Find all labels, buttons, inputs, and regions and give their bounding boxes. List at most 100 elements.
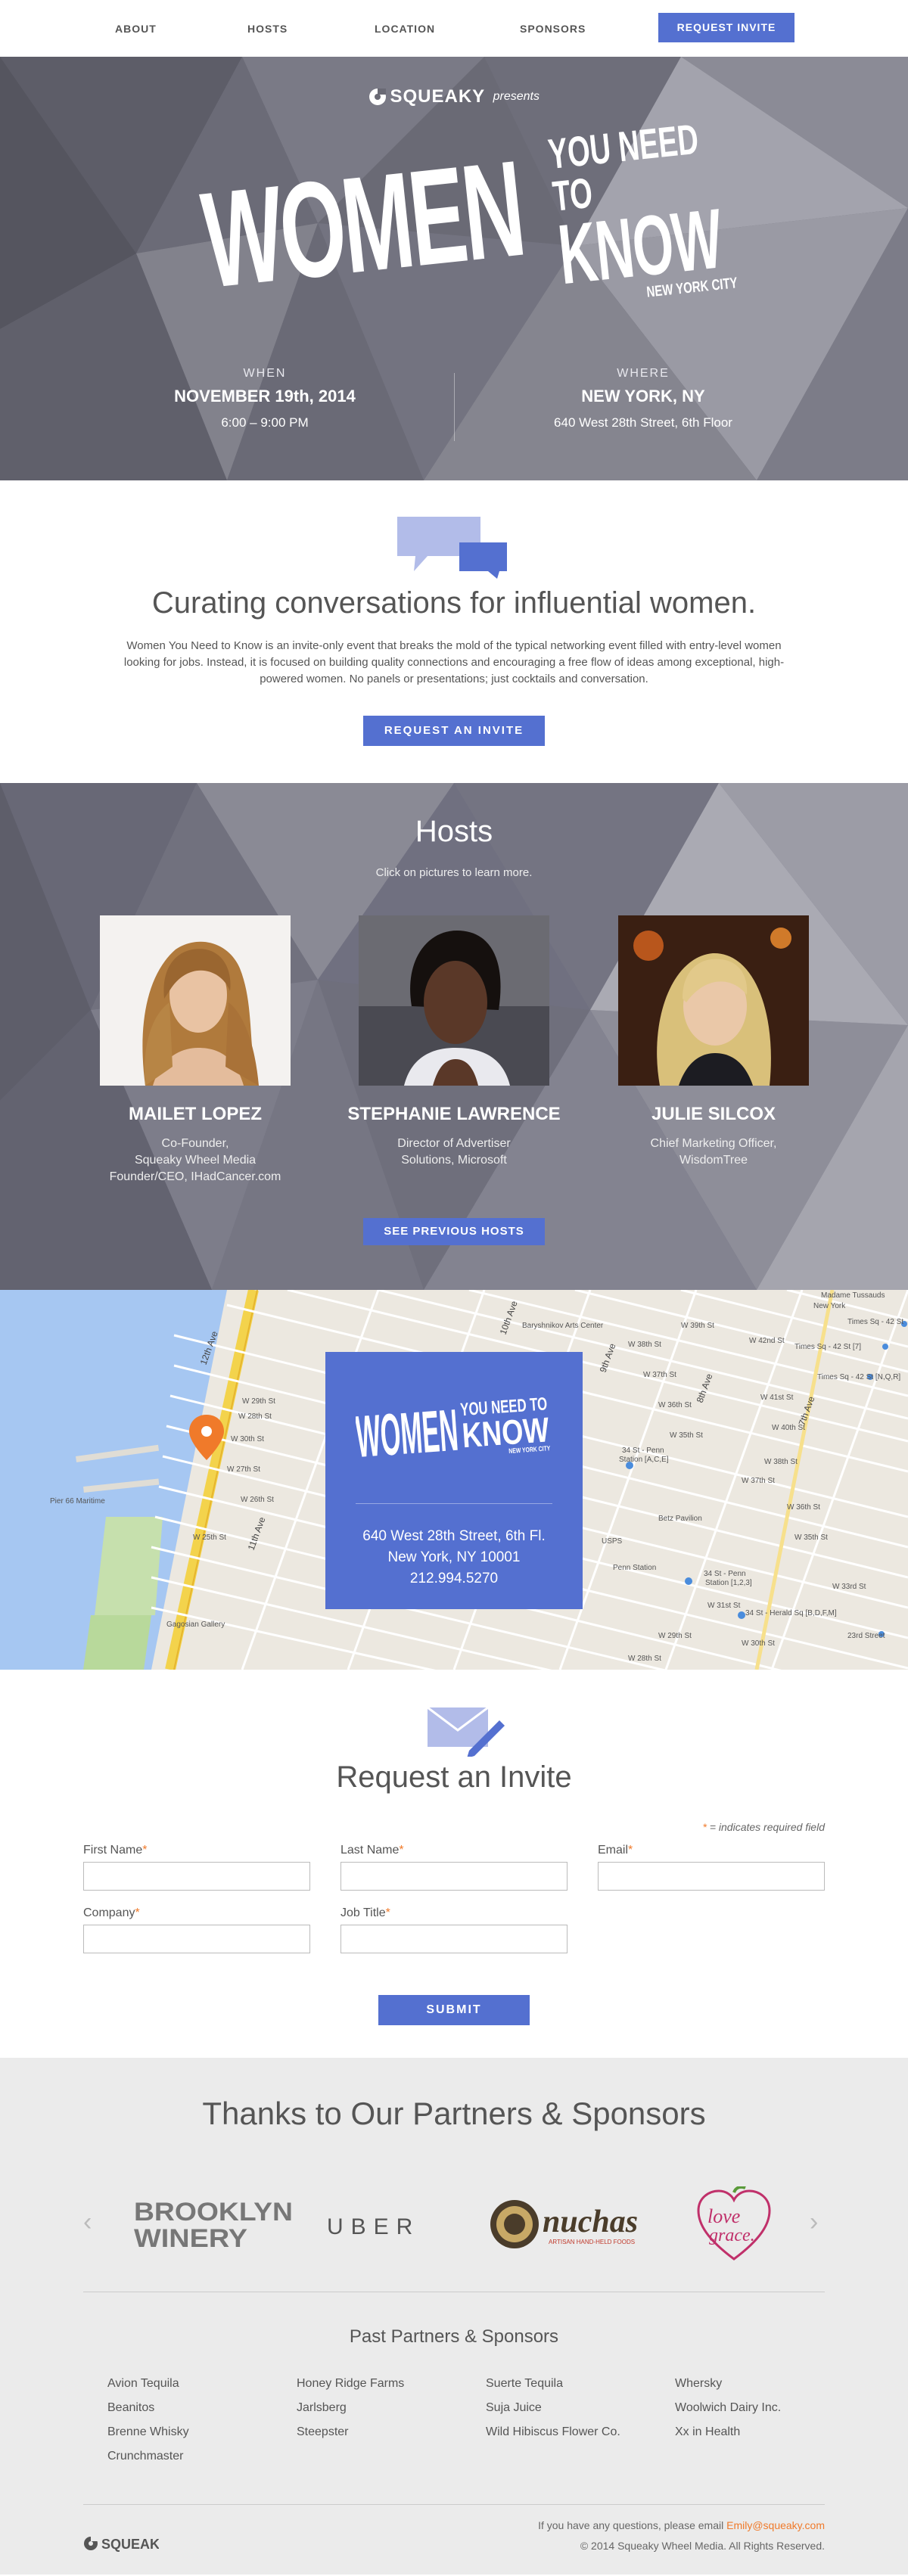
footer-contact: If you have any questions, please email … [538,2519,825,2531]
past-sponsor: Avion Tequila [107,2377,179,2390]
winery-text: WINERY [134,2224,247,2253]
contact-email-link[interactable]: Emily@squeaky.com [726,2519,825,2531]
sponsors-section: Thanks to Our Partners & Sponsors ‹ › BR… [0,2058,908,2574]
location-map-section[interactable]: Madame Tussauds New York Baryshnikov Art… [0,1290,908,1670]
map-label: Pier 66 Maritime [50,1497,105,1506]
past-sponsor: Whersky [675,2377,723,2390]
last-name-input[interactable] [340,1862,568,1891]
invite-title: Request an Invite [336,1760,572,1794]
map-label: W 30th St [742,1639,775,1648]
footer-brand-text: SQUEAKY [101,2537,159,2552]
about-title: Curating conversations for influential w… [151,586,757,620]
host-card-mailet[interactable]: MAILET LOPEZ Co-Founder, Squeaky Wheel M… [67,915,324,1185]
company-field: Company* [83,1906,310,1953]
nav-hosts-link[interactable]: HOSTS [247,23,288,35]
phone-number[interactable]: 212.994.5270 [325,1568,583,1589]
first-name-input[interactable] [83,1862,310,1891]
map-label: Gagosian Gallery [166,1620,225,1629]
request-invite-nav-button[interactable]: REQUEST INVITE [658,13,794,42]
past-sponsor: Honey Ridge Farms [297,2377,405,2390]
map-label: W 37th St [643,1371,676,1379]
map-card-address: 640 West 28th Street, 6th Fl. New York, … [325,1526,583,1589]
company-label: Company* [83,1906,140,1919]
carousel-next-icon[interactable]: › [810,2208,818,2237]
grace-text: grace. [709,2226,755,2245]
first-name-label: First Name* [83,1844,148,1857]
brand-line: SQUEAKY presents [0,85,908,108]
carousel-prev-icon[interactable]: ‹ [83,2208,92,2237]
host-photo-mailet[interactable] [100,915,291,1086]
map-label: 23rd Street [847,1632,885,1640]
map-label: Times Sq - 42 St [7] [794,1343,861,1351]
job-title-input[interactable] [340,1925,568,1953]
see-previous-hosts-button[interactable]: SEE PREVIOUS HOSTS [363,1218,545,1245]
event-time: 6:00 – 9:00 PM [221,415,309,430]
email-input[interactable] [598,1862,825,1891]
map-label: W 37th St [742,1477,775,1485]
map-label: W 25th St [193,1533,226,1542]
where-label: WHERE [617,367,670,380]
address-line-2: New York, NY 10001 [387,1549,521,1565]
nav-location-link[interactable]: LOCATION [375,23,435,35]
submit-button[interactable]: SUBMIT [378,1995,530,2025]
map-label: Betz Pavilion [658,1515,702,1523]
map-label: W 26th St [241,1496,274,1504]
brand-name: SQUEAKY [390,86,486,107]
map-label: Times Sq - 42 St [847,1318,903,1326]
nav-about-link[interactable]: ABOUT [115,23,157,35]
map-label: W 38th St [628,1341,661,1349]
map-label: 34 St - Penn [704,1570,746,1578]
email-field: Email* [598,1844,825,1891]
host-role: Director of Advertiser Solutions, Micros… [397,1137,511,1167]
contact-text: If you have any questions, please email [538,2519,724,2531]
event-city: NEW YORK, NY [581,387,705,406]
host-card-stephanie[interactable]: STEPHANIE LAWRENCE Director of Advertise… [325,915,583,1169]
map-label: W 35th St [794,1533,828,1542]
request-an-invite-button[interactable]: REQUEST AN INVITE [363,716,545,746]
love-text: love [707,2205,740,2227]
hero-section: SQUEAKY presents WOMEN YOU NEED TO KNOW … [0,57,908,480]
nav-sponsors-link[interactable]: SPONSORS [520,23,586,35]
presents-text: presents [493,90,540,103]
host-photo-julie[interactable] [618,915,809,1086]
map-label: W 28th St [628,1655,661,1663]
map-label: W 30th St [231,1435,264,1443]
map-label: W 41st St [760,1394,794,1402]
host-photo-stephanie[interactable] [359,915,549,1086]
first-name-field: First Name* [83,1844,310,1891]
when-where-divider [454,373,455,441]
map-label: W 42nd St [749,1337,785,1345]
map-label: Station [1,2,3] [705,1579,752,1587]
uber-text: UBER [327,2214,420,2239]
past-sponsors-column: Avion Tequila Beanitos Brenne Whisky Cru… [107,2372,297,2469]
last-name-field: Last Name* [340,1844,568,1891]
map-label: Penn Station [613,1564,656,1572]
past-sponsors-column: Honey Ridge Farms Jarlsberg Steepster [297,2372,486,2444]
past-sponsor: Beanitos [107,2401,155,2414]
chat-bubbles-icon [397,517,507,579]
map-label: USPS [602,1537,623,1546]
map-label: W 35th St [670,1431,703,1440]
map-label: W 29th St [658,1632,692,1640]
host-card-julie[interactable]: JULIE SILCOX Chief Marketing Officer, Wi… [585,915,842,1169]
brooklyn-text: BROOKLYN [134,2198,293,2226]
past-sponsor: Xx in Health [675,2425,741,2438]
footer-squeaky-logo: SQUEAKY [84,2537,159,2552]
past-sponsors-column: Suerte Tequila Suja Juice Wild Hibiscus … [486,2372,675,2444]
love-grace-logo: love grace. [697,2186,771,2261]
last-name-label: Last Name* [340,1844,404,1857]
past-sponsor: Wild Hibiscus Flower Co. [486,2425,620,2438]
about-section: Curating conversations for influential w… [0,480,908,783]
map-label: W 29th St [242,1397,275,1406]
envelope-pencil-icon [428,1706,505,1757]
about-body: Women You Need to Know is an invite-only… [123,639,785,685]
map-label: New York [813,1302,846,1310]
when-column: WHEN NOVEMBER 19th, 2014 6:00 – 9:00 PM [114,367,416,430]
company-input[interactable] [83,1925,310,1953]
past-sponsor: Steepster [297,2425,349,2438]
map-label: Station [A,C,E] [619,1456,669,1464]
map-label: W 31st St [707,1602,741,1610]
map-label: W 38th St [764,1458,798,1466]
map-label: 34 St - Penn [622,1446,664,1455]
host-name: JULIE SILCOX [651,1104,776,1124]
